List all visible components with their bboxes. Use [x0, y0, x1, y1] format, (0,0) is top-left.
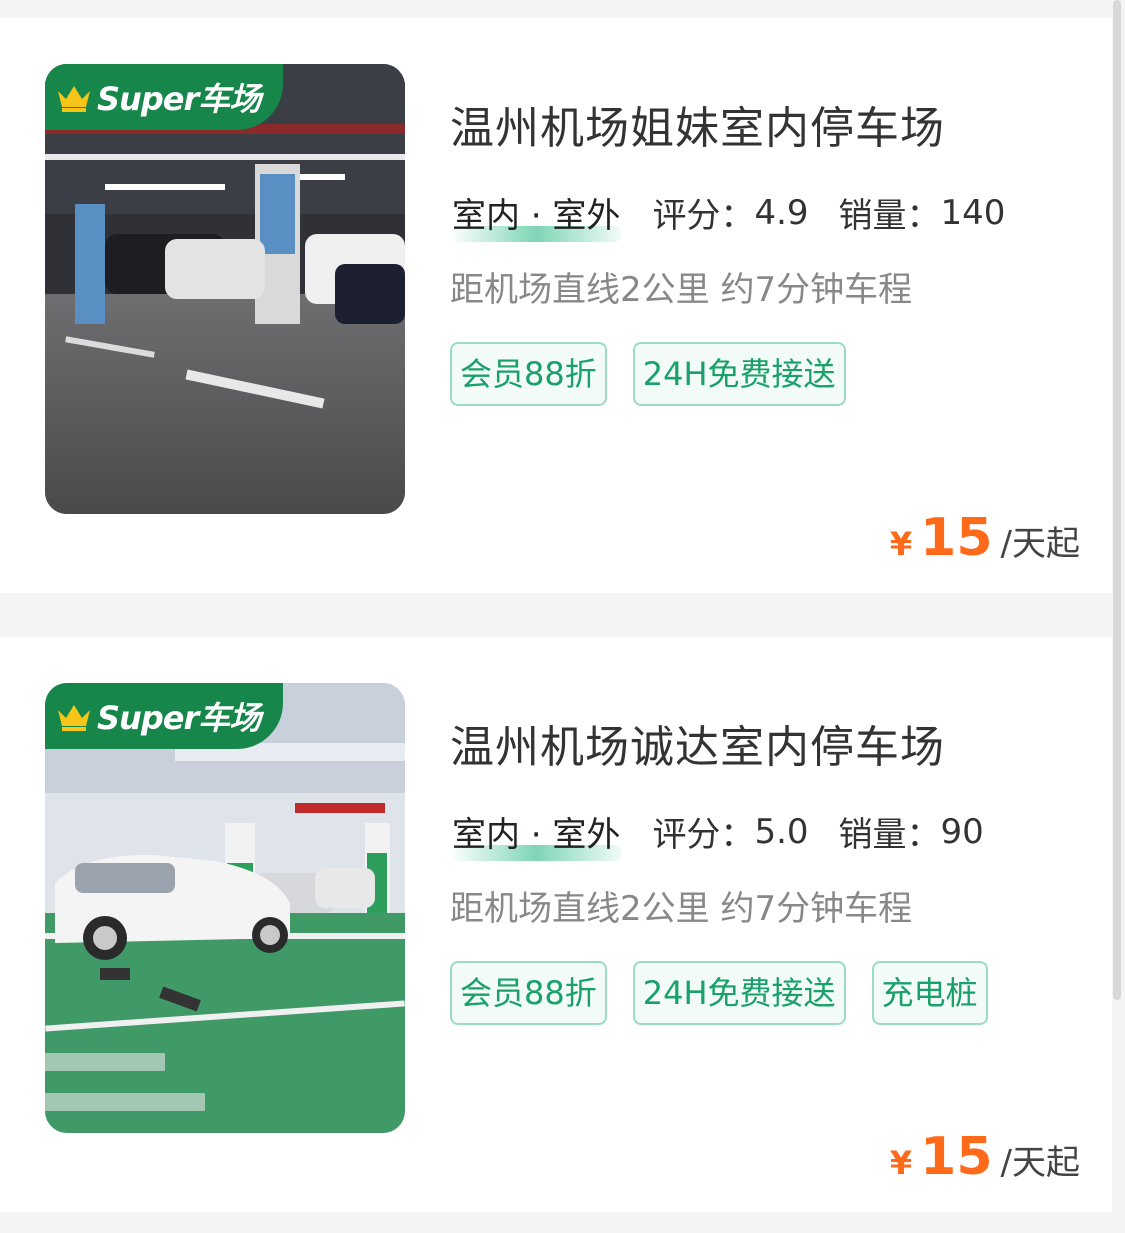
crown-icon: [58, 705, 90, 731]
tag-free-shuttle: 24H免费接送: [632, 342, 846, 406]
badge-label: Super车场: [97, 699, 261, 737]
indoor-garage-image: [45, 683, 405, 1133]
parking-lot-card[interactable]: Super车场 温州机场诚达室内停车场 室内 · 室外 评分： 5.0 销量： …: [0, 637, 1112, 1212]
badge-label: Super车场: [97, 80, 261, 118]
price: ¥ 15 /天起: [890, 1127, 1080, 1187]
super-parking-badge: Super车场: [45, 683, 283, 749]
top-divider: [0, 0, 1125, 18]
feature-tags: 会员88折 24H免费接送: [450, 342, 1010, 406]
crown-icon: [58, 86, 90, 112]
score-value: 5.0: [754, 811, 809, 852]
score-label: 评分：: [652, 196, 755, 236]
price: ¥ 15 /天起: [890, 508, 1080, 568]
parking-type-label: 室内 · 室外: [452, 815, 621, 855]
price-unit: /天起: [1000, 524, 1080, 564]
sales-label: 销量：: [838, 196, 941, 236]
score-label: 评分：: [652, 815, 755, 855]
sales-value: 140: [940, 192, 1006, 233]
parking-lot-photo: Super车场: [45, 64, 405, 514]
parking-lot-meta: 室内 · 室外 评分： 5.0 销量： 90: [450, 807, 984, 856]
parking-lot-title[interactable]: 温州机场姐妹室内停车场: [450, 92, 945, 156]
tag-charging-station: 充电桩: [871, 961, 988, 1025]
bottom-divider: [0, 1212, 1125, 1232]
parking-lot-meta: 室内 · 室外 评分： 4.9 销量： 140: [450, 188, 1005, 237]
parking-type-label: 室内 · 室外: [452, 196, 621, 236]
tag-member-discount: 会员88折: [450, 342, 607, 406]
super-parking-badge: Super车场: [45, 64, 283, 130]
price-unit: /天起: [1000, 1143, 1080, 1183]
distance-info: 距机场直线2公里 约7分钟车程: [450, 889, 913, 929]
feature-tags: 会员88折 24H免费接送 充电桩: [450, 961, 1010, 1025]
sales-label: 销量：: [838, 815, 941, 855]
parking-lot-card[interactable]: Super车场 温州机场姐妹室内停车场 室内 · 室外 评分： 4.9 销量： …: [0, 18, 1112, 593]
distance-info: 距机场直线2公里 约7分钟车程: [450, 270, 913, 310]
card-divider: [0, 593, 1125, 637]
tag-member-discount: 会员88折: [450, 961, 607, 1025]
price-amount: 15: [920, 508, 993, 568]
parking-lot-title[interactable]: 温州机场诚达室内停车场: [450, 711, 945, 775]
price-amount: 15: [920, 1127, 993, 1187]
currency-symbol: ¥: [889, 525, 913, 563]
scrollbar[interactable]: [1113, 0, 1121, 1000]
score-value: 4.9: [754, 192, 809, 233]
parking-lot-photo: Super车场: [45, 683, 405, 1133]
currency-symbol: ¥: [889, 1144, 913, 1182]
tag-free-shuttle: 24H免费接送: [632, 961, 846, 1025]
sales-value: 90: [940, 811, 984, 852]
indoor-garage-image: [45, 64, 405, 514]
